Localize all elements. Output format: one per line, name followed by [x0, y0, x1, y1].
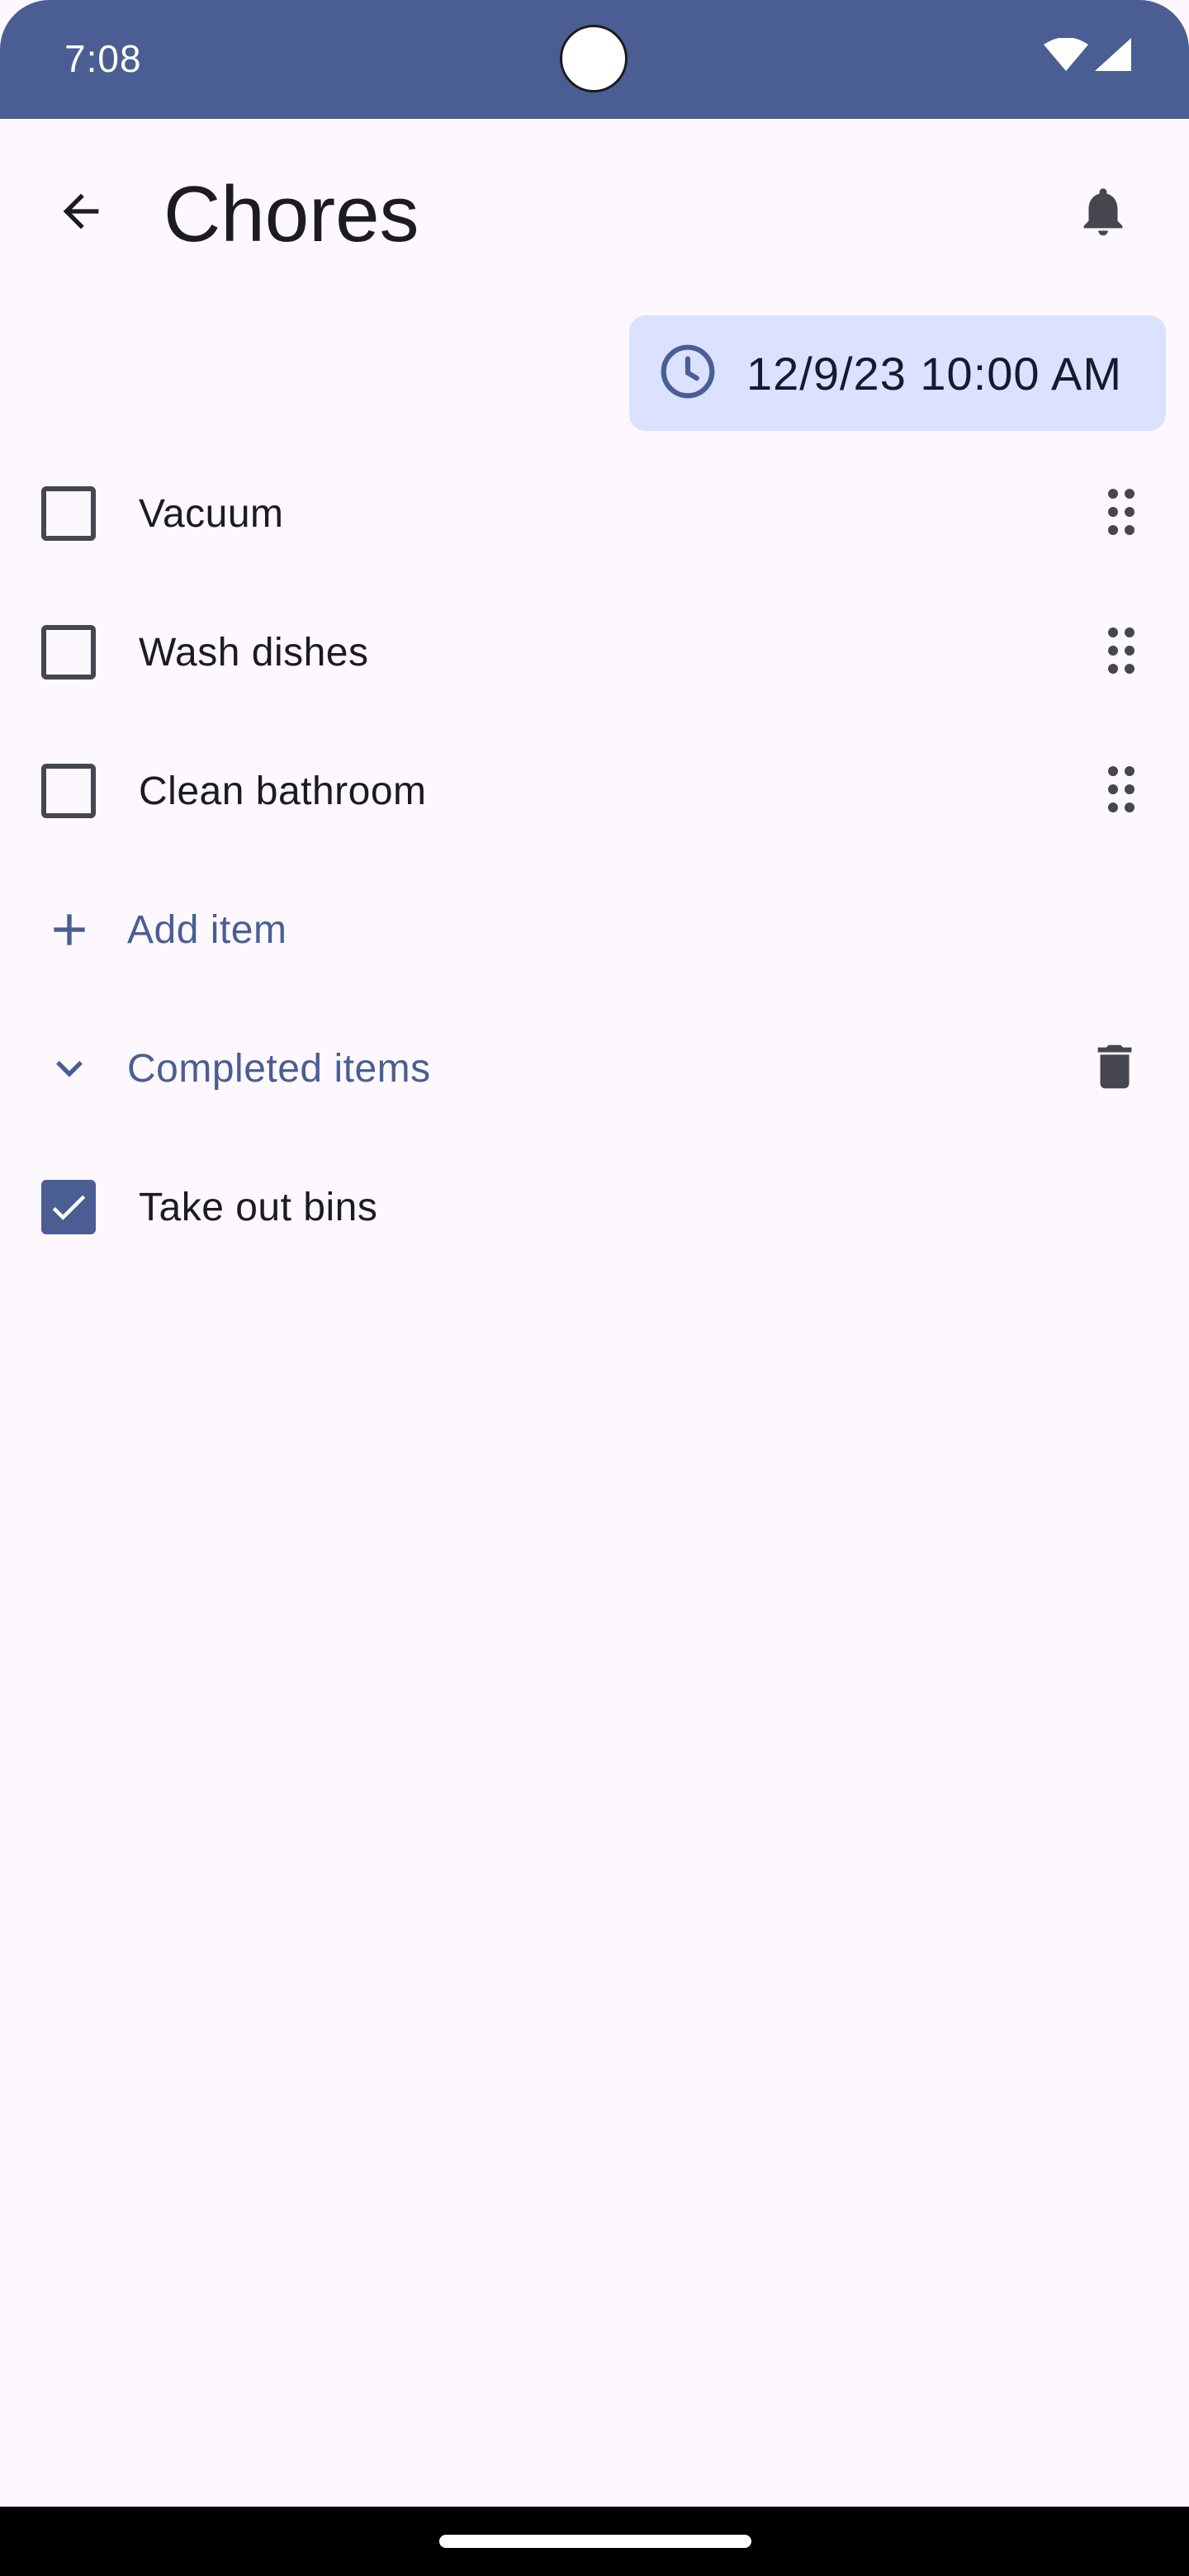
page-title: Chores	[163, 170, 419, 258]
trash-icon	[1086, 1038, 1144, 1100]
drag-handle-icon	[1105, 487, 1138, 541]
delete-completed-button[interactable]	[1075, 1029, 1154, 1108]
home-gesture-handle[interactable]	[439, 2535, 751, 2548]
cellular-signal-icon	[1095, 38, 1131, 75]
add-item-label: Add item	[127, 907, 287, 952]
drag-handle-icon	[1105, 626, 1138, 680]
item-label[interactable]: Clean bathroom	[139, 769, 427, 814]
clock-icon	[657, 341, 718, 406]
back-button[interactable]	[41, 173, 121, 253]
navigation-bar	[0, 2507, 1189, 2576]
item-checkbox[interactable]	[41, 764, 96, 818]
reminder-chip[interactable]: 12/9/23 10:00 AM	[629, 315, 1166, 431]
camera-cutout	[560, 25, 628, 92]
completed-items-label: Completed items	[127, 1046, 431, 1091]
bell-icon	[1074, 182, 1132, 244]
wifi-icon	[1044, 37, 1088, 75]
checkmark-icon	[46, 1185, 91, 1234]
drag-handle-icon	[1105, 765, 1138, 818]
chevron-down-icon	[36, 1035, 102, 1101]
item-label[interactable]: Vacuum	[139, 491, 284, 537]
drag-handle[interactable]	[1088, 758, 1154, 824]
item-checkbox[interactable]	[41, 625, 96, 680]
item-checkbox[interactable]	[41, 486, 96, 541]
list-item: Wash dishes	[0, 583, 1189, 722]
completed-list-item: Take out bins	[0, 1138, 1189, 1276]
reminder-datetime: 12/9/23 10:00 AM	[746, 347, 1123, 400]
add-item-button[interactable]: Add item	[0, 860, 1189, 999]
drag-handle[interactable]	[1088, 619, 1154, 685]
status-time: 7:08	[64, 37, 142, 80]
status-bar: 7:08	[0, 0, 1189, 119]
status-icons	[1044, 37, 1131, 75]
list-item: Clean bathroom	[0, 722, 1189, 860]
item-label[interactable]: Take out bins	[139, 1185, 377, 1230]
plus-icon	[36, 897, 102, 963]
completed-items-header[interactable]: Completed items	[0, 999, 1189, 1138]
screen: 7:08 Chores 12/9/23 10:00 AM Vacuum Wash…	[0, 0, 1189, 2576]
list-item: Vacuum	[0, 444, 1189, 583]
drag-handle[interactable]	[1088, 481, 1154, 547]
item-checkbox-checked[interactable]	[41, 1180, 96, 1234]
reminder-bell-button[interactable]	[1063, 173, 1143, 253]
item-label[interactable]: Wash dishes	[139, 630, 369, 675]
arrow-back-icon	[54, 185, 107, 242]
